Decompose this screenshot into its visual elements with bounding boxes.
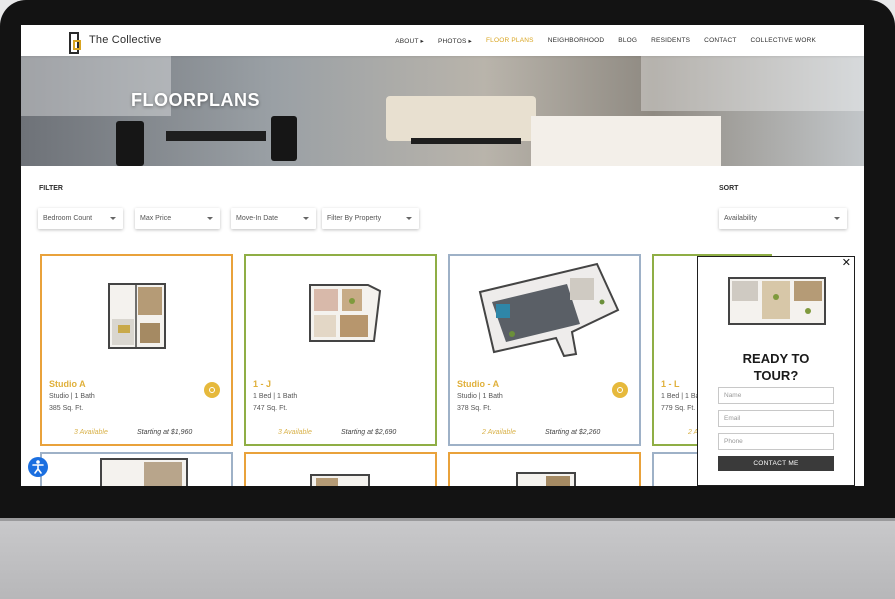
- max-price-select[interactable]: Max Price: [135, 208, 220, 229]
- floorplan-card[interactable]: [448, 452, 641, 486]
- nav-about[interactable]: ABOUT ▸: [395, 37, 424, 45]
- close-icon[interactable]: ✕: [842, 258, 851, 269]
- floorplan-card[interactable]: [40, 452, 233, 486]
- accessibility-figure-icon: [32, 460, 44, 474]
- sort-select[interactable]: Availability: [719, 208, 847, 229]
- hero-window: [641, 56, 864, 111]
- popup-title-line2: TOUR?: [753, 368, 799, 383]
- popup-title-line1: READY TO: [742, 351, 810, 366]
- floorplan-image: [516, 472, 576, 486]
- view-icon[interactable]: [612, 382, 628, 398]
- card-availability: 3 Available: [278, 429, 312, 436]
- bedroom-count-value: Bedroom Count: [43, 215, 93, 222]
- hero-counter: [531, 116, 721, 166]
- hero-table: [166, 131, 266, 141]
- floorplan-image: [108, 283, 166, 349]
- chevron-down-icon: [303, 217, 309, 220]
- floorplan-image: [309, 284, 382, 342]
- hero-sofa: [386, 96, 536, 141]
- floorplan-card-studio-a[interactable]: Studio A Studio | 1 Bath 385 Sq. Ft. 3 A…: [40, 254, 233, 446]
- nav-contact[interactable]: CONTACT: [704, 37, 736, 45]
- sort-value: Availability: [724, 215, 757, 222]
- site-header: The Collective ABOUT ▸ PHOTOS ▸ FLOOR PL…: [21, 25, 864, 56]
- card-price: Starting at $2,260: [545, 429, 601, 436]
- chevron-down-icon: [406, 217, 412, 220]
- sort-label: SORT: [719, 185, 739, 192]
- nav-collective-work[interactable]: COLLECTIVE WORK: [751, 37, 816, 45]
- nav-neighborhood[interactable]: NEIGHBORHOOD: [548, 37, 605, 45]
- view-icon[interactable]: [204, 382, 220, 398]
- chevron-down-icon: [834, 217, 840, 220]
- phone-input[interactable]: Phone: [718, 433, 834, 450]
- nav-blog[interactable]: BLOG: [618, 37, 637, 45]
- email-input[interactable]: Email: [718, 410, 834, 427]
- card-sqft: 747 Sq. Ft.: [253, 405, 288, 412]
- monitor-chin-edge: [0, 518, 895, 521]
- floorplan-card-1-j[interactable]: 1 - J 1 Bed | 1 Bath 747 Sq. Ft. 3 Avail…: [244, 254, 437, 446]
- property-filter-value: Filter By Property: [327, 215, 382, 222]
- card-title: Studio A: [49, 379, 86, 389]
- floorplan-card[interactable]: [244, 452, 437, 486]
- property-filter-select[interactable]: Filter By Property: [322, 208, 419, 229]
- floorplan-image: [310, 474, 370, 486]
- card-availability: 3 Available: [74, 429, 108, 436]
- filter-label: FILTER: [39, 185, 63, 192]
- chevron-down-icon: [110, 217, 116, 220]
- page-title: FLOORPLANS: [131, 90, 260, 110]
- card-beds: Studio | 1 Bath: [457, 393, 503, 400]
- floorplan-card-studio-a-2[interactable]: Studio - A Studio | 1 Bath 378 Sq. Ft. 2…: [448, 254, 641, 446]
- contact-me-button[interactable]: CONTACT ME: [718, 456, 834, 471]
- monitor-chin: [0, 518, 895, 599]
- card-sqft: 385 Sq. Ft.: [49, 405, 84, 412]
- floorplan-image: [478, 262, 620, 357]
- name-input[interactable]: Name: [718, 387, 834, 404]
- logo-text[interactable]: The Collective: [89, 34, 162, 46]
- main-nav: ABOUT ▸ PHOTOS ▸ FLOOR PLANS NEIGHBORHOO…: [395, 37, 816, 45]
- floorplan-image: [100, 458, 188, 486]
- tour-popup: ✕ READY TO TOUR? Name Email Phone CONTAC…: [697, 256, 855, 486]
- chevron-down-icon: [207, 217, 213, 220]
- hero-chair: [271, 116, 297, 161]
- card-title: 1 - L: [661, 379, 680, 389]
- card-beds: Studio | 1 Bath: [49, 393, 95, 400]
- browser-screen: The Collective ABOUT ▸ PHOTOS ▸ FLOOR PL…: [21, 25, 864, 486]
- accessibility-icon[interactable]: [28, 457, 48, 477]
- card-availability: 2 Available: [482, 429, 516, 436]
- nav-photos[interactable]: PHOTOS ▸: [438, 37, 472, 45]
- hero-chair: [116, 121, 144, 166]
- card-price: Starting at $2,690: [341, 429, 397, 436]
- nav-floor-plans[interactable]: FLOOR PLANS: [486, 37, 534, 45]
- card-price: Starting at $1,960: [137, 429, 193, 436]
- move-in-date-value: Move-In Date: [236, 215, 279, 222]
- card-title: Studio - A: [457, 379, 500, 389]
- card-beds: 1 Bed | 1 Bath: [253, 393, 298, 400]
- move-in-date-select[interactable]: Move-In Date: [231, 208, 316, 229]
- card-sqft: 378 Sq. Ft.: [457, 405, 492, 412]
- max-price-value: Max Price: [140, 215, 172, 222]
- hero-coffee-table: [411, 138, 521, 144]
- logo-icon[interactable]: [69, 32, 81, 54]
- card-title: 1 - J: [253, 379, 272, 389]
- nav-residents[interactable]: RESIDENTS: [651, 37, 690, 45]
- card-sqft: 779 Sq. Ft.: [661, 405, 696, 412]
- popup-floorplan-image: [728, 277, 826, 325]
- hero-banner: FLOORPLANS: [21, 56, 864, 166]
- bedroom-count-select[interactable]: Bedroom Count: [38, 208, 123, 229]
